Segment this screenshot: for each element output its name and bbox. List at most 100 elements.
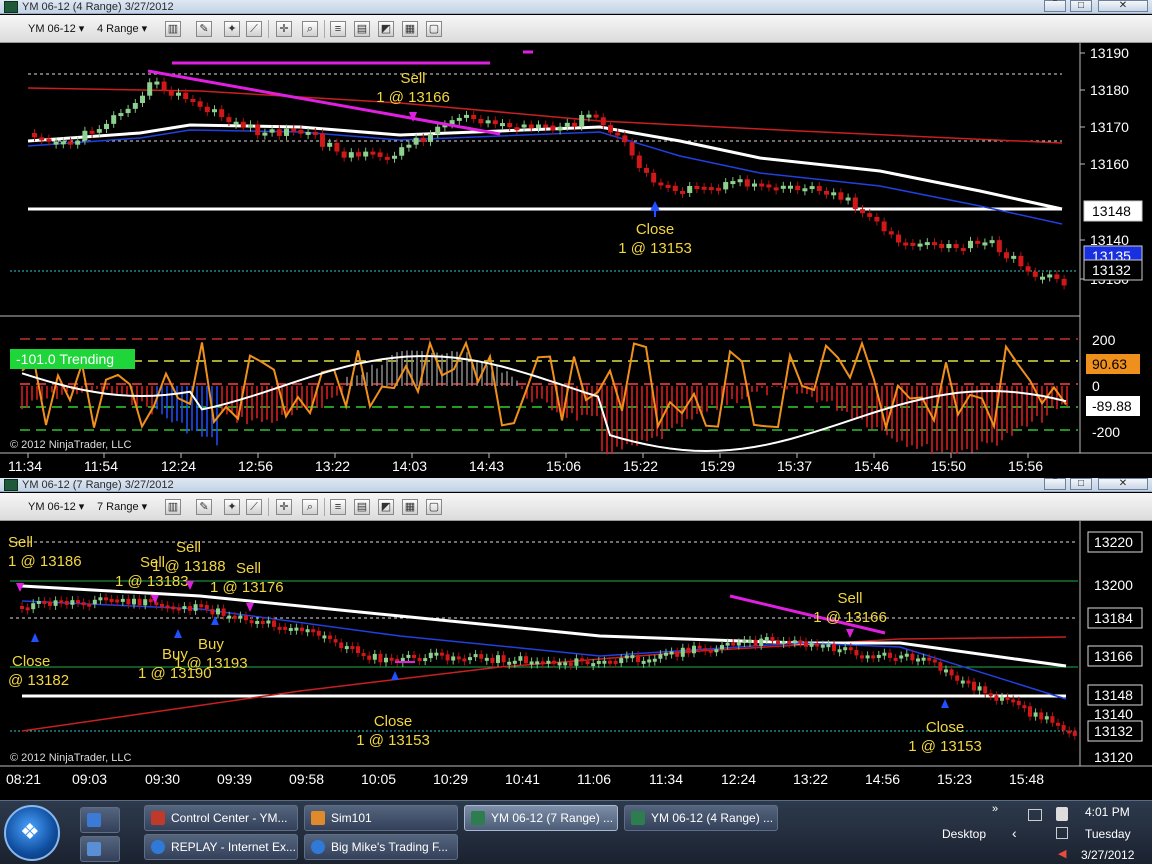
- candle-body: [596, 660, 601, 664]
- candle-body: [742, 640, 747, 644]
- price-chart[interactable]: Sell 1 @ 13186 Sell 1 @ 13183 Sell 1 @ 13188 S…: [0, 521, 1152, 800]
- crosshair-icon[interactable]: ✛: [276, 499, 292, 515]
- candle-body: [615, 132, 621, 136]
- show-desktop-quicklaunch[interactable]: [80, 807, 120, 833]
- candle-body: [955, 675, 960, 681]
- candle-body: [982, 242, 988, 246]
- candle-body: [708, 187, 714, 191]
- candle-body: [759, 638, 764, 646]
- windows-switch-icon: [87, 842, 101, 856]
- close-button[interactable]: ✕: [1098, 478, 1148, 490]
- wand-icon[interactable]: ✦: [224, 499, 240, 515]
- time-tick-label: 12:24: [721, 771, 756, 787]
- minimize-button[interactable]: ‾: [1044, 478, 1066, 490]
- period-selector[interactable]: 7 Range ▾: [97, 498, 147, 516]
- strategies-icon[interactable]: ◩: [378, 499, 394, 515]
- candle-body: [68, 141, 73, 145]
- data-box-icon[interactable]: ▢: [426, 21, 442, 37]
- candle-body: [944, 669, 948, 673]
- start-button[interactable]: ❖: [4, 805, 60, 861]
- candle-body: [518, 656, 523, 661]
- candle-body: [1072, 731, 1077, 736]
- app-icon: [4, 479, 18, 491]
- clock-day[interactable]: Tuesday: [1085, 827, 1131, 841]
- close-label: Close: [374, 713, 412, 730]
- instrument-selector[interactable]: YM 06-12 ▾: [28, 498, 84, 516]
- candle-body: [996, 240, 1002, 253]
- draw-tool-icon[interactable]: ⟋: [246, 21, 262, 37]
- chart-trader-icon[interactable]: ▦: [402, 499, 418, 515]
- time-tick-label: 08:21: [6, 771, 41, 787]
- bar-type-icon[interactable]: ▥: [165, 21, 181, 37]
- pencil-icon[interactable]: ✎: [196, 499, 212, 515]
- price-tick-label: 13170: [1090, 119, 1129, 135]
- taskbar-button-sim101[interactable]: Sim101: [304, 805, 458, 831]
- close-label: Close: [636, 221, 674, 238]
- candle-body: [269, 129, 275, 133]
- data-box-icon[interactable]: ▢: [426, 499, 442, 515]
- close-button[interactable]: ✕: [1098, 0, 1148, 12]
- pencil-icon[interactable]: ✎: [196, 21, 212, 37]
- candle-body: [629, 142, 635, 156]
- candle-body: [939, 243, 945, 249]
- candle-body: [348, 152, 354, 158]
- network-icon[interactable]: [1028, 809, 1042, 821]
- candle-body: [708, 649, 713, 653]
- taskbar-button-ym-4-range[interactable]: YM 06-12 (4 Range) ...: [624, 805, 778, 831]
- zoom-icon[interactable]: ⌕: [302, 499, 318, 515]
- crosshair-icon[interactable]: ✛: [276, 21, 292, 37]
- draw-tool-icon[interactable]: ⟋: [246, 499, 262, 515]
- candle-body: [723, 182, 729, 190]
- candle-body: [1022, 705, 1027, 709]
- price-chart[interactable]: 131901318013170131601314013130Sell1 @ 13…: [0, 43, 1152, 478]
- display-icon[interactable]: [1056, 827, 1068, 839]
- time-tick-label: 09:03: [72, 771, 107, 787]
- zoom-icon[interactable]: ⌕: [302, 21, 318, 37]
- candle-body: [288, 628, 293, 632]
- switch-windows-quicklaunch[interactable]: [80, 836, 120, 862]
- candle-body: [764, 637, 769, 641]
- time-tick-label: 15:29: [700, 458, 735, 474]
- desktop-toolbar-label[interactable]: Desktop: [942, 827, 986, 841]
- candle-body: [137, 598, 142, 606]
- candle-body: [240, 121, 246, 128]
- taskbar-button-ym-7-range[interactable]: YM 06-12 (7 Range) ...: [464, 805, 618, 831]
- chart-toolbar: YM 06-12 ▾ 4 Range ▾ ▥ ✎ ✦ ⟋ ✛ ⌕ ≡ ▤ ◩ ▦…: [0, 15, 1152, 43]
- candle-body: [161, 81, 167, 91]
- indicators-icon[interactable]: ▤: [354, 499, 370, 515]
- taskbar-button-replay-ie[interactable]: REPLAY - Internet Ex...: [144, 834, 298, 860]
- candle-body: [1061, 725, 1066, 731]
- instrument-selector[interactable]: YM 06-12 ▾: [28, 20, 84, 38]
- wand-icon[interactable]: ✦: [224, 21, 240, 37]
- trend-status-label: -101.0 Trending: [16, 351, 114, 367]
- candle-body: [262, 132, 268, 136]
- period-selector[interactable]: 4 Range ▾: [97, 20, 147, 38]
- volume-icon[interactable]: ◀: [1058, 847, 1066, 860]
- maximize-button[interactable]: □: [1070, 0, 1092, 12]
- bar-type-icon[interactable]: ▥: [165, 499, 181, 515]
- tray-overflow-icon[interactable]: »: [992, 803, 998, 815]
- chart-trader-icon[interactable]: ▦: [402, 21, 418, 37]
- properties-icon[interactable]: ≡: [330, 499, 346, 515]
- chevron-left-icon[interactable]: ‹: [1012, 825, 1017, 841]
- candle-body: [36, 600, 41, 604]
- candle-body: [854, 649, 859, 656]
- taskbar-button-big-mikes[interactable]: Big Mike's Trading F...: [304, 834, 458, 860]
- candle-body: [960, 248, 966, 252]
- candle-body: [219, 109, 225, 118]
- minimize-button[interactable]: ‾: [1044, 0, 1066, 12]
- candle-body: [232, 615, 237, 619]
- app-icon: [4, 1, 18, 13]
- candle-body: [350, 646, 355, 650]
- battery-icon[interactable]: [1056, 807, 1068, 821]
- maximize-button[interactable]: □: [1070, 478, 1092, 490]
- time-tick-label: 11:54: [84, 458, 118, 474]
- candle-body: [651, 172, 657, 183]
- properties-icon[interactable]: ≡: [330, 21, 346, 37]
- clock-time[interactable]: 4:01 PM: [1085, 805, 1130, 819]
- candle-body: [1004, 252, 1009, 259]
- taskbar-button-control-center[interactable]: Control Center - YM...: [144, 805, 298, 831]
- clock-date[interactable]: 3/27/2012: [1081, 848, 1134, 862]
- indicators-icon[interactable]: ▤: [354, 21, 370, 37]
- strategies-icon[interactable]: ◩: [378, 21, 394, 37]
